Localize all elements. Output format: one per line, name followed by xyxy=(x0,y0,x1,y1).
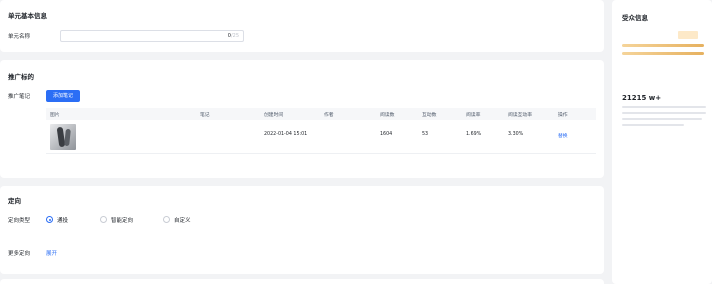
col-reads: 阅读数 xyxy=(380,113,395,118)
col-read-rate: 阅读率 xyxy=(466,113,481,118)
col-note: 笔记 xyxy=(200,113,210,118)
audience-scope-tag xyxy=(678,31,698,39)
thumbnail-shape xyxy=(64,128,71,147)
radio-custom-label: 自定义 xyxy=(174,218,191,224)
audience-size-value: 21215 w+ xyxy=(622,94,662,102)
replace-note-button[interactable]: 替换 xyxy=(558,132,568,139)
col-author: 作者 xyxy=(324,113,334,118)
cell-interactions: 53 xyxy=(422,132,429,137)
unit-name-input[interactable]: 0/25 xyxy=(60,30,244,42)
col-created: 创建时间 xyxy=(264,113,284,118)
radio-smart-label: 智能定向 xyxy=(111,218,134,224)
radio-dot xyxy=(100,216,107,223)
targeting-type-label: 定向类型 xyxy=(8,218,31,224)
col-image: 图片 xyxy=(50,113,60,118)
col-action: 操作 xyxy=(558,113,568,118)
audience-note xyxy=(622,106,706,136)
cell-reads: 1604 xyxy=(380,132,393,137)
unit-name-counter: 0/25 xyxy=(228,33,239,39)
col-interactions: 互动数 xyxy=(422,113,437,118)
basic-info-title: 单元基本信息 xyxy=(8,12,47,20)
note-line xyxy=(622,106,706,108)
note-line xyxy=(622,112,706,114)
note-line xyxy=(622,118,702,120)
radio-dot xyxy=(46,216,53,223)
col-interaction-rate: 阅读互动率 xyxy=(508,113,532,118)
unit-name-max: /25 xyxy=(230,33,239,39)
targeting-title: 定向 xyxy=(8,197,21,205)
cell-read-rate: 1.69% xyxy=(466,132,482,137)
radio-all-label: 通投 xyxy=(57,218,69,224)
audience-gauge-bar xyxy=(622,52,704,55)
cell-created: 2022-01-04 15:01 xyxy=(264,132,308,137)
add-note-button[interactable]: 添加笔记 xyxy=(46,90,80,102)
audience-title: 受众信息 xyxy=(622,14,648,22)
audience-info-card xyxy=(612,0,712,284)
table-header: 图片 笔记 创建时间 作者 阅读数 互动数 阅读率 阅读互动率 操作 xyxy=(46,108,596,120)
note-table: 图片 笔记 创建时间 作者 阅读数 互动数 阅读率 阅读互动率 操作 2022-… xyxy=(46,108,596,154)
note-thumbnail-image xyxy=(50,124,76,150)
table-row: 2022-01-04 15:01 1604 53 1.69% 3.30% 替换 xyxy=(46,120,596,154)
radio-dot xyxy=(163,216,170,223)
promo-note-label: 推广笔记 xyxy=(8,94,31,100)
promo-target-title: 推广标的 xyxy=(8,73,34,81)
note-line xyxy=(622,124,684,126)
audience-gauge-bar xyxy=(622,44,704,47)
cell-interaction-rate: 3.30% xyxy=(508,132,524,137)
next-section-card xyxy=(0,279,604,284)
targeting-card xyxy=(0,186,604,274)
unit-name-label: 单元名称 xyxy=(8,34,31,40)
expand-link[interactable]: 展开 xyxy=(46,249,57,257)
unit-basic-info-card xyxy=(0,0,604,52)
more-targeting-label: 更多定向 xyxy=(8,251,31,257)
